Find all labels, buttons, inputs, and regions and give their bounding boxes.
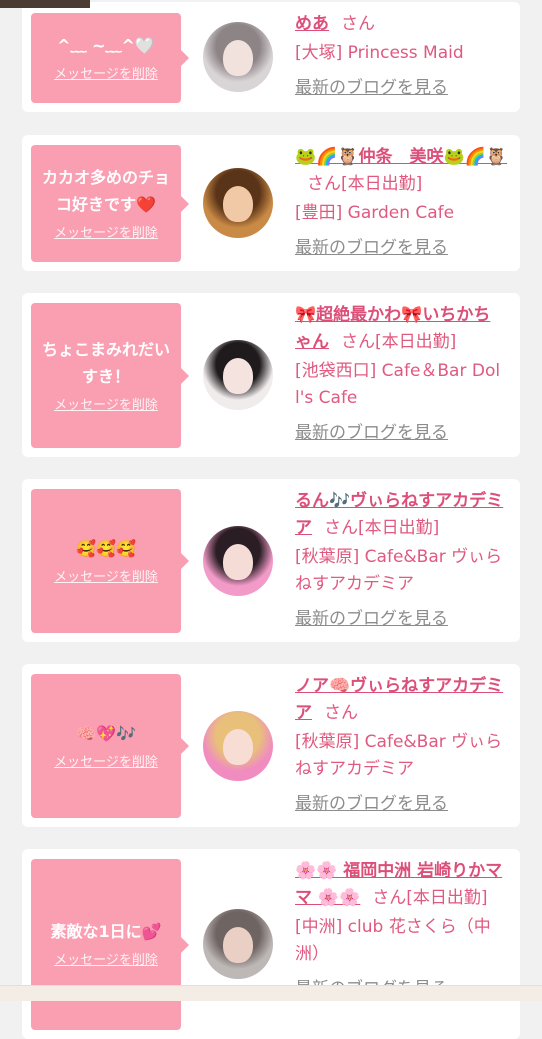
latest-blog-link[interactable]: 最新のブログを見る [295,606,507,633]
avatar[interactable] [203,168,273,238]
message-card: カカオ多めのチョコ好きです❤️ メッセージを削除 🐸🌈🦉仲条 美咲🐸🌈🦉 さん[本… [22,135,520,271]
honorific: さん [341,332,375,352]
latest-blog-link[interactable]: 最新のブログを見る [295,791,507,818]
message-bubble: ^﹏ ~﹏^🤍 メッセージを削除 [31,13,189,103]
delete-message-link[interactable]: メッセージを削除 [54,396,158,416]
avatar[interactable] [203,525,273,596]
cast-info: 🌸🌸 福岡中洲 岩崎りかママ 🌸🌸 さん[本日出勤] [中洲] club 花さくら… [295,849,507,1003]
avatar-face [223,543,253,580]
cast-info: 🎀超絶最かわ🎀いちかちゃん さん[本日出勤] [池袋西口] Cafe＆Bar Do… [295,293,507,447]
avatar-face [223,927,253,963]
name-line: 🎀超絶最かわ🎀いちかちゃん さん[本日出勤] [295,302,507,356]
cast-name-link[interactable]: めあ [295,14,329,34]
message-bubble: カカオ多めのチョコ好きです❤️ メッセージを削除 [31,145,189,262]
work-status: [本日出勤] [406,888,488,908]
work-status: [本日出勤] [341,174,423,194]
cast-info: めあ さん [大塚] Princess Maid 最新のブログを見る [295,2,507,102]
message-bubble: 🥰🥰🥰 メッセージを削除 [31,489,189,633]
avatar[interactable] [203,340,273,410]
name-line: るん🎶ヴぃらねすアカデミア さん[本日出勤] [295,488,507,542]
shop-name: [池袋西口] Cafe＆Bar Doll's Cafe [295,361,501,408]
delete-message-link[interactable]: メッセージを削除 [54,568,158,588]
message-text: 🧠💖🎶 [76,723,136,743]
message-text: 素敵な1日に💕 [50,922,162,941]
shop-name: [中洲] club 花さくら（中洲） [295,917,491,964]
message-text: ^﹏ ~﹏^🤍 [57,35,155,55]
cast-info: ノア🧠ヴぃらねすアカデミア さん [秋葉原] Cafe&Bar ヴぃらねすアカデミ… [295,664,507,818]
avatar-face [223,186,253,222]
header-bar-edge [0,0,90,8]
honorific: さん [341,14,375,34]
work-status: [本日出勤] [375,332,457,352]
shop-name: [豊田] Garden Cafe [295,203,455,223]
shop-name: [秋葉原] Cafe&Bar ヴぃらねすアカデミア [295,732,503,779]
avatar-face [223,728,253,765]
avatar[interactable] [203,909,273,979]
delete-message-link[interactable]: メッセージを削除 [54,65,158,85]
delete-message-link[interactable]: メッセージを削除 [54,753,158,773]
message-bubble: 🧠💖🎶 メッセージを削除 [31,674,189,818]
message-bubble: 素敵な1日に💕 メッセージを削除 [31,859,189,1030]
delete-message-link[interactable]: メッセージを削除 [54,951,158,971]
message-card: ^﹏ ~﹏^🤍 メッセージを削除 めあ さん [大塚] Princess Maid… [22,2,520,112]
shop-name: [秋葉原] Cafe&Bar ヴぃらねすアカデミア [295,547,503,594]
name-line: 🌸🌸 福岡中洲 岩崎りかママ 🌸🌸 さん[本日出勤] [295,858,507,912]
message-text: 🥰🥰🥰 [76,538,136,558]
avatar[interactable] [203,710,273,781]
avatar[interactable] [203,22,273,92]
honorific: さん [324,703,358,723]
avatar-face [223,358,253,394]
latest-blog-link[interactable]: 最新のブログを見る [295,235,507,262]
name-line: めあ さん [295,11,507,38]
cast-info: 🐸🌈🦉仲条 美咲🐸🌈🦉 さん[本日出勤] [豊田] Garden Cafe 最新の… [295,135,507,262]
name-line: ノア🧠ヴぃらねすアカデミア さん [295,673,507,727]
cast-name-link[interactable]: 🐸🌈🦉仲条 美咲🐸🌈🦉 [295,147,507,167]
shop-name: [大塚] Princess Maid [295,43,464,63]
message-card: 🥰🥰🥰 メッセージを削除 るん🎶ヴぃらねすアカデミア さん[本日出勤] [秋葉原]… [22,479,520,642]
message-bubble: ちょこまみれだいすき！ メッセージを削除 [31,303,189,448]
delete-message-link[interactable]: メッセージを削除 [54,224,158,244]
avatar-face [223,40,253,76]
message-text: カカオ多めのチョコ好きです❤️ [41,167,170,214]
message-text: ちょこまみれだいすき！ [41,339,170,386]
honorific: さん [372,888,407,908]
honorific: さん [307,174,341,194]
message-card: 🧠💖🎶 メッセージを削除 ノア🧠ヴぃらねすアカデミア さん [秋葉原] Cafe&… [22,664,520,827]
message-card: ちょこまみれだいすき！ メッセージを削除 🎀超絶最かわ🎀いちかちゃん さん[本日出… [22,293,520,457]
work-status: [本日出勤] [358,518,440,538]
bottom-toolbar-edge [0,985,542,1001]
message-card: 素敵な1日に💕 メッセージを削除 🌸🌸 福岡中洲 岩崎りかママ 🌸🌸 さん[本日出… [22,849,520,1039]
name-line: 🐸🌈🦉仲条 美咲🐸🌈🦉 さん[本日出勤] [295,144,507,198]
honorific: さん [324,518,358,538]
latest-blog-link[interactable]: 最新のブログを見る [295,420,507,447]
cast-info: るん🎶ヴぃらねすアカデミア さん[本日出勤] [秋葉原] Cafe&Bar ヴぃら… [295,479,507,633]
latest-blog-link[interactable]: 最新のブログを見る [295,75,507,102]
